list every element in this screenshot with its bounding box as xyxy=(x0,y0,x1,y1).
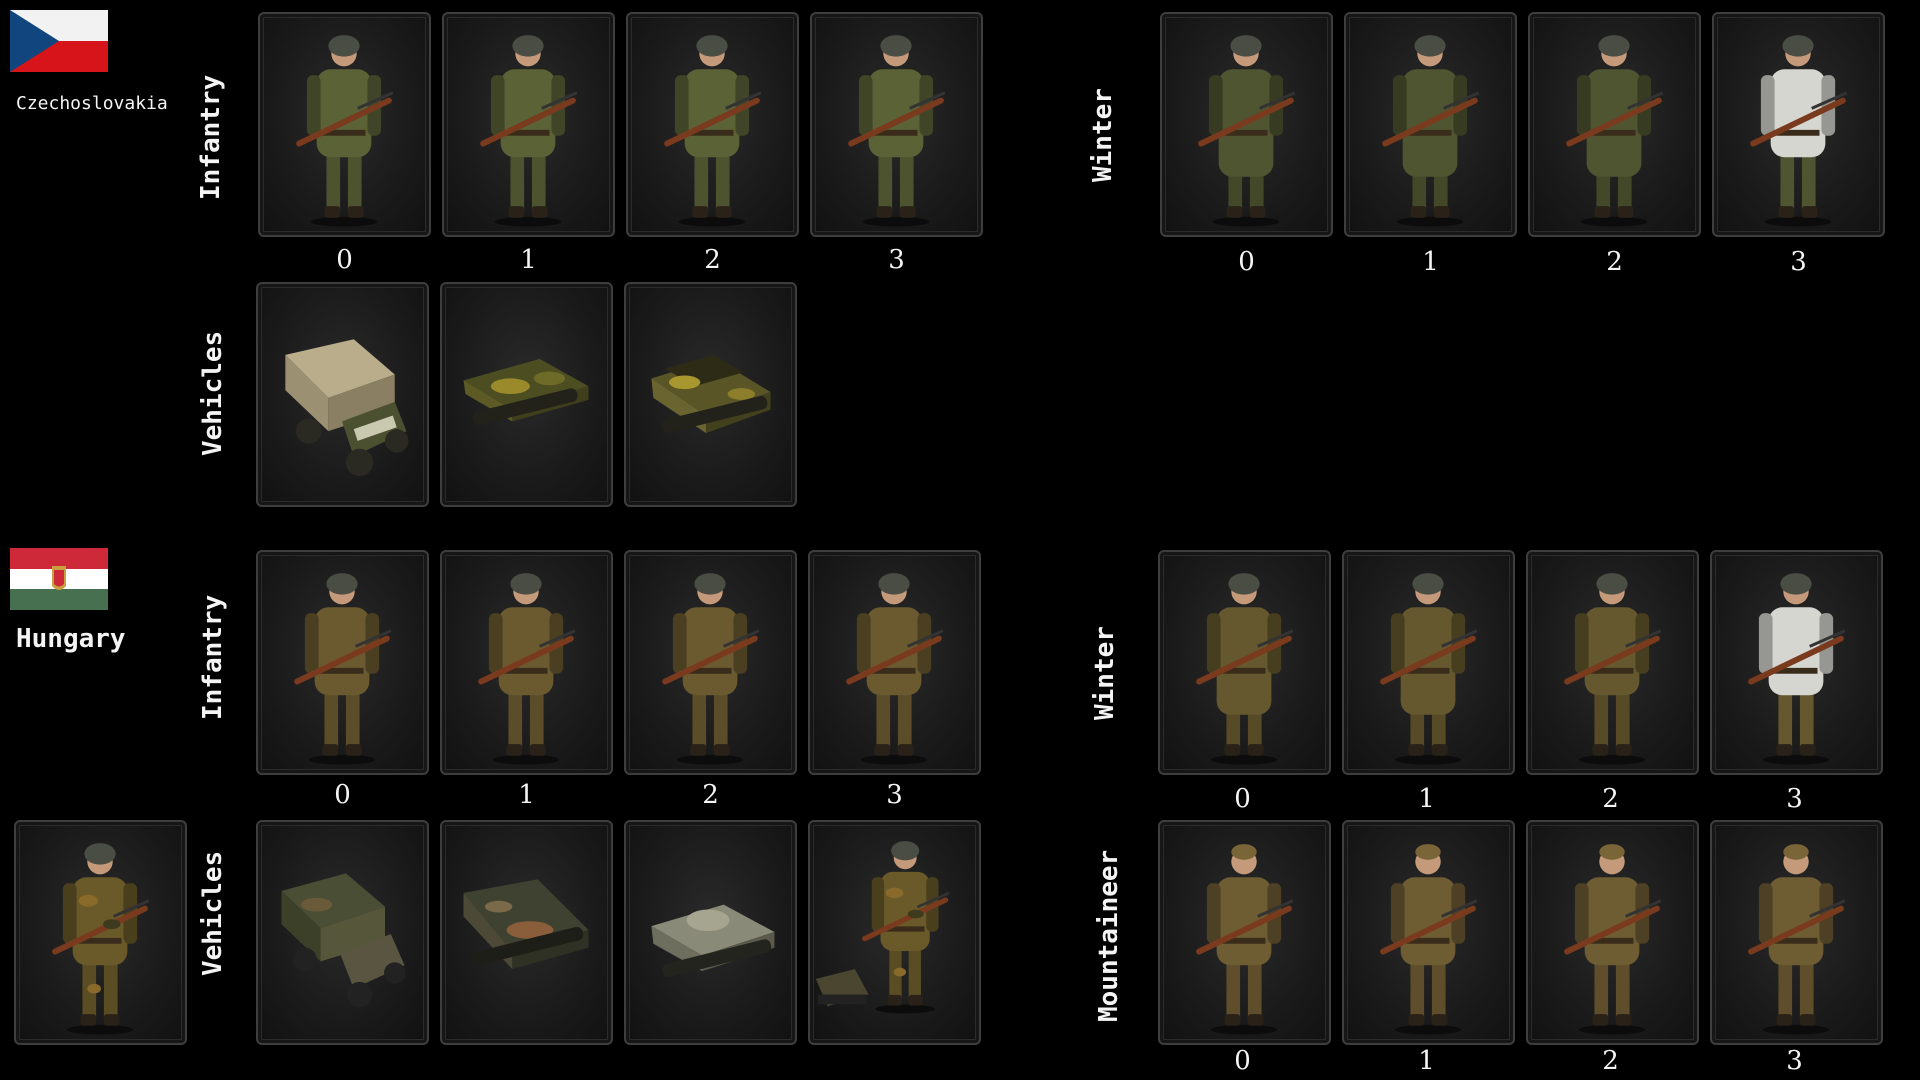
hungary-flag-icon xyxy=(10,548,108,610)
halftrack-icon xyxy=(463,879,589,970)
variant-index: 0 xyxy=(1238,247,1255,277)
variant-index: 2 xyxy=(704,245,721,275)
truck-icon xyxy=(285,339,409,477)
vehicle-card-tankette[interactable] xyxy=(624,282,797,507)
vehicle-card-halftrack[interactable] xyxy=(440,820,613,1045)
row-label-winter: Winter xyxy=(1088,88,1118,182)
tank-icon xyxy=(651,904,775,978)
variant-index: 3 xyxy=(1786,1046,1803,1076)
unit-card-winter-2[interactable] xyxy=(1528,12,1701,237)
row-label-infantry: Infantry xyxy=(196,74,226,200)
czechoslovakia-flag-icon xyxy=(10,10,108,72)
row-label-infantry: Infantry xyxy=(198,594,228,720)
variant-index: 0 xyxy=(334,780,351,810)
unit-card-infantry-1[interactable] xyxy=(442,12,615,237)
variant-index: 1 xyxy=(1418,1046,1435,1076)
row-label-vehicles: Vehicles xyxy=(198,850,228,976)
tankette-icon xyxy=(651,354,771,434)
camo-soldier-icon xyxy=(52,843,150,1035)
unit-card-winter-1[interactable] xyxy=(1344,12,1517,237)
variant-index: 3 xyxy=(886,780,903,810)
soldier-icon xyxy=(294,573,392,765)
crew-icon xyxy=(815,841,950,1014)
unit-card-infantry-3[interactable] xyxy=(810,12,983,237)
soldier-icon xyxy=(478,573,576,765)
variant-index: 3 xyxy=(1786,784,1803,814)
variant-index: 2 xyxy=(1602,784,1619,814)
country-name-czechoslovakia: Czechoslovakia xyxy=(16,93,168,114)
unit-card-mountaineer-2[interactable] xyxy=(1526,820,1699,1045)
variant-index: 2 xyxy=(1602,1046,1619,1076)
vehicle-card-tank[interactable] xyxy=(624,820,797,1045)
soldier-icon xyxy=(1748,844,1846,1035)
soldier-icon xyxy=(1198,35,1296,227)
soldier-icon xyxy=(1382,35,1480,227)
unit-card-winter-0[interactable] xyxy=(1160,12,1333,237)
soldier-icon xyxy=(1564,844,1662,1035)
vehicle-card-truck[interactable] xyxy=(256,282,429,507)
soldier-icon xyxy=(1748,573,1846,765)
soldier-icon xyxy=(662,573,760,765)
unit-card-infantry-2[interactable] xyxy=(626,12,799,237)
soldier-icon xyxy=(846,573,944,765)
variant-index: 2 xyxy=(702,780,719,810)
unit-card-mountaineer-0[interactable] xyxy=(1158,820,1331,1045)
unit-card-infantry-0[interactable] xyxy=(256,550,429,775)
unit-card-winter-1[interactable] xyxy=(1342,550,1515,775)
vehicle-card-crew[interactable] xyxy=(808,820,981,1045)
variant-index: 2 xyxy=(1606,247,1623,277)
soldier-icon xyxy=(1566,35,1664,227)
soldier-icon xyxy=(1196,844,1294,1035)
soldier-icon xyxy=(1380,573,1478,765)
unit-card-winter-0[interactable] xyxy=(1158,550,1331,775)
variant-index: 3 xyxy=(888,245,905,275)
row-label-mountaineer: Mountaineer xyxy=(1094,849,1124,1022)
unit-card-winter-3[interactable] xyxy=(1712,12,1885,237)
row-label-winter: Winter xyxy=(1090,626,1120,720)
variant-index: 1 xyxy=(518,780,535,810)
variant-index: 0 xyxy=(1234,1046,1251,1076)
country-name-hungary: Hungary xyxy=(16,624,126,654)
soldier-icon xyxy=(664,35,762,227)
soldier-icon xyxy=(480,35,578,227)
variant-index: 3 xyxy=(1790,247,1807,277)
unit-card-infantry-0[interactable] xyxy=(258,12,431,237)
unit-card-infantry-2[interactable] xyxy=(624,550,797,775)
row-label-vehicles: Vehicles xyxy=(198,330,228,456)
variant-index: 1 xyxy=(1422,247,1439,277)
soldier-icon xyxy=(296,35,394,227)
soldier-icon xyxy=(1196,573,1294,765)
variant-index: 1 xyxy=(1418,784,1435,814)
truck-icon xyxy=(281,873,406,1008)
variant-index: 1 xyxy=(520,245,537,275)
variant-index: 0 xyxy=(336,245,353,275)
vehicle-card-truck[interactable] xyxy=(256,820,429,1045)
unit-card-winter-3[interactable] xyxy=(1710,550,1883,775)
unit-card-infantry-1[interactable] xyxy=(440,550,613,775)
soldier-icon xyxy=(848,35,946,227)
unit-card-infantry-3[interactable] xyxy=(808,550,981,775)
variant-index: 0 xyxy=(1234,784,1251,814)
soldier-icon xyxy=(1564,573,1662,765)
unit-card-mountaineer-1[interactable] xyxy=(1342,820,1515,1045)
vehicle-card-halftrack[interactable] xyxy=(440,282,613,507)
soldier-icon xyxy=(1380,844,1478,1035)
unit-card-mountaineer-3[interactable] xyxy=(1710,820,1883,1045)
soldier-icon xyxy=(1750,35,1848,227)
unit-card-winter-2[interactable] xyxy=(1526,550,1699,775)
unit-card-camo-soldier[interactable] xyxy=(14,820,187,1045)
halftrack-icon xyxy=(463,358,589,426)
